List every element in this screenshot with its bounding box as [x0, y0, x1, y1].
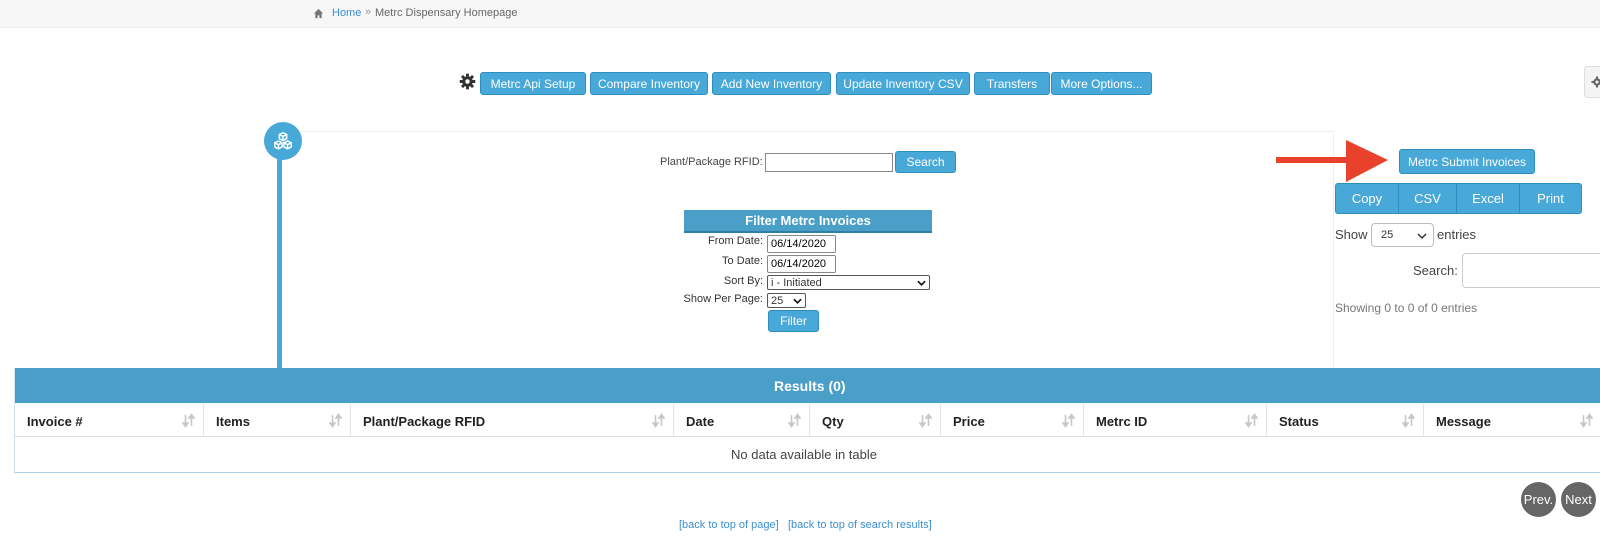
column-label: Price — [953, 414, 985, 429]
rfid-input[interactable] — [765, 153, 893, 172]
from-date-label: From Date: — [707, 235, 763, 247]
column-label: Status — [1279, 414, 1319, 429]
sort-icon — [329, 413, 342, 428]
column-header-message[interactable]: Message — [1424, 404, 1600, 437]
empty-table-message: No data available in table — [731, 447, 877, 462]
chevron-down-icon — [1417, 233, 1427, 240]
sort-icon — [1245, 413, 1258, 428]
breadcrumb: Home » Metrc Dispensary Homepage — [0, 0, 1600, 28]
cubes-icon — [274, 132, 292, 150]
column-header-status[interactable]: Status — [1267, 404, 1424, 437]
show-entries-label: Show — [1335, 227, 1368, 242]
column-label: Invoice # — [27, 414, 83, 429]
sort-icon — [919, 413, 932, 428]
empty-table-row: No data available in table — [15, 438, 1600, 473]
next-page-button[interactable]: Next — [1561, 482, 1596, 517]
table-search-label: Search: — [1413, 263, 1458, 278]
filter-title: Filter Metrc Invoices — [684, 210, 932, 233]
column-header-date[interactable]: Date — [674, 404, 810, 437]
sort-icon — [1580, 413, 1593, 428]
print-button[interactable]: Print — [1520, 183, 1582, 214]
red-arrow-annotation — [1276, 140, 1388, 182]
column-label: Qty — [822, 414, 844, 429]
column-label: Message — [1436, 414, 1491, 429]
metrc-api-setup-button[interactable]: Metrc Api Setup — [480, 72, 586, 95]
from-date-input[interactable] — [767, 235, 836, 253]
to-date-label: To Date: — [722, 255, 763, 267]
breadcrumb-current: Metrc Dispensary Homepage — [375, 7, 518, 19]
filter-button[interactable]: Filter — [768, 310, 819, 332]
sort-icon — [1402, 413, 1415, 428]
add-new-inventory-button[interactable]: Add New Inventory — [712, 72, 831, 95]
sort-by-select[interactable]: i - Initiated — [767, 275, 930, 290]
column-label: Date — [686, 414, 715, 429]
results-title: Results (0) — [774, 378, 846, 394]
column-header-items[interactable]: Items — [204, 404, 351, 437]
entries-per-page-value: 25 — [1381, 229, 1394, 241]
csv-button[interactable]: CSV — [1399, 183, 1457, 214]
chevron-down-icon — [793, 298, 802, 304]
more-options-button[interactable]: More Options... — [1051, 72, 1152, 95]
table-info: Showing 0 to 0 of 0 entries — [1335, 301, 1478, 315]
column-label: Metrc ID — [1096, 414, 1148, 429]
compare-inventory-button[interactable]: Compare Inventory — [590, 72, 708, 95]
sort-icon — [788, 413, 801, 428]
home-icon — [313, 8, 324, 19]
rfid-label: Plant/Package RFID: — [660, 156, 763, 168]
to-date-input[interactable] — [767, 255, 836, 273]
update-inventory-csv-button[interactable]: Update Inventory CSV — [836, 72, 970, 95]
timeline-marker — [264, 122, 302, 160]
show-per-page-value: 25 — [771, 294, 784, 307]
sort-by-value: i - Initiated — [771, 276, 822, 289]
column-header-metrc-id[interactable]: Metrc ID — [1084, 404, 1267, 437]
column-header-rfid[interactable]: Plant/Package RFID — [351, 404, 674, 437]
column-header-price[interactable]: Price — [941, 404, 1084, 437]
search-button[interactable]: Search — [895, 151, 956, 173]
show-per-page-label: Show Per Page: — [683, 293, 764, 305]
column-header-invoice[interactable]: Invoice # — [15, 404, 204, 437]
excel-button[interactable]: Excel — [1457, 183, 1520, 214]
show-per-page-select[interactable]: 25 — [767, 293, 806, 308]
back-to-results-link[interactable]: [back to top of search results] — [788, 519, 932, 531]
sort-by-label: Sort By: — [723, 275, 763, 287]
sort-icon — [652, 413, 665, 428]
sort-icon — [1062, 413, 1075, 428]
gear-icon[interactable] — [459, 73, 476, 90]
prev-page-button[interactable]: Prev. — [1521, 482, 1556, 517]
breadcrumb-separator: » — [365, 6, 372, 18]
copy-button[interactable]: Copy — [1335, 183, 1399, 214]
breadcrumb-home-link[interactable]: Home — [332, 7, 361, 19]
column-label: Items — [216, 414, 250, 429]
gear-icon — [1591, 76, 1600, 88]
column-header-qty[interactable]: Qty — [810, 404, 941, 437]
sort-icon — [182, 413, 195, 428]
entries-label: entries — [1437, 227, 1477, 242]
results-table: Results (0) Invoice # Items Plant/Packag… — [14, 368, 1600, 473]
back-to-top-link[interactable]: [back to top of page] — [679, 519, 779, 531]
transfers-button[interactable]: Transfers — [974, 72, 1050, 95]
column-label: Plant/Package RFID — [363, 414, 486, 429]
chevron-down-icon — [917, 280, 926, 286]
timeline-line — [277, 155, 282, 368]
side-settings-tab[interactable] — [1584, 66, 1600, 98]
entries-per-page-select[interactable]: 25 — [1371, 223, 1434, 247]
table-search-input[interactable] — [1462, 253, 1600, 288]
export-buttons: Copy CSV Excel Print — [1335, 183, 1582, 214]
results-header: Results (0) — [15, 368, 1600, 403]
metrc-submit-invoices-button[interactable]: Metrc Submit Invoices — [1399, 149, 1535, 174]
